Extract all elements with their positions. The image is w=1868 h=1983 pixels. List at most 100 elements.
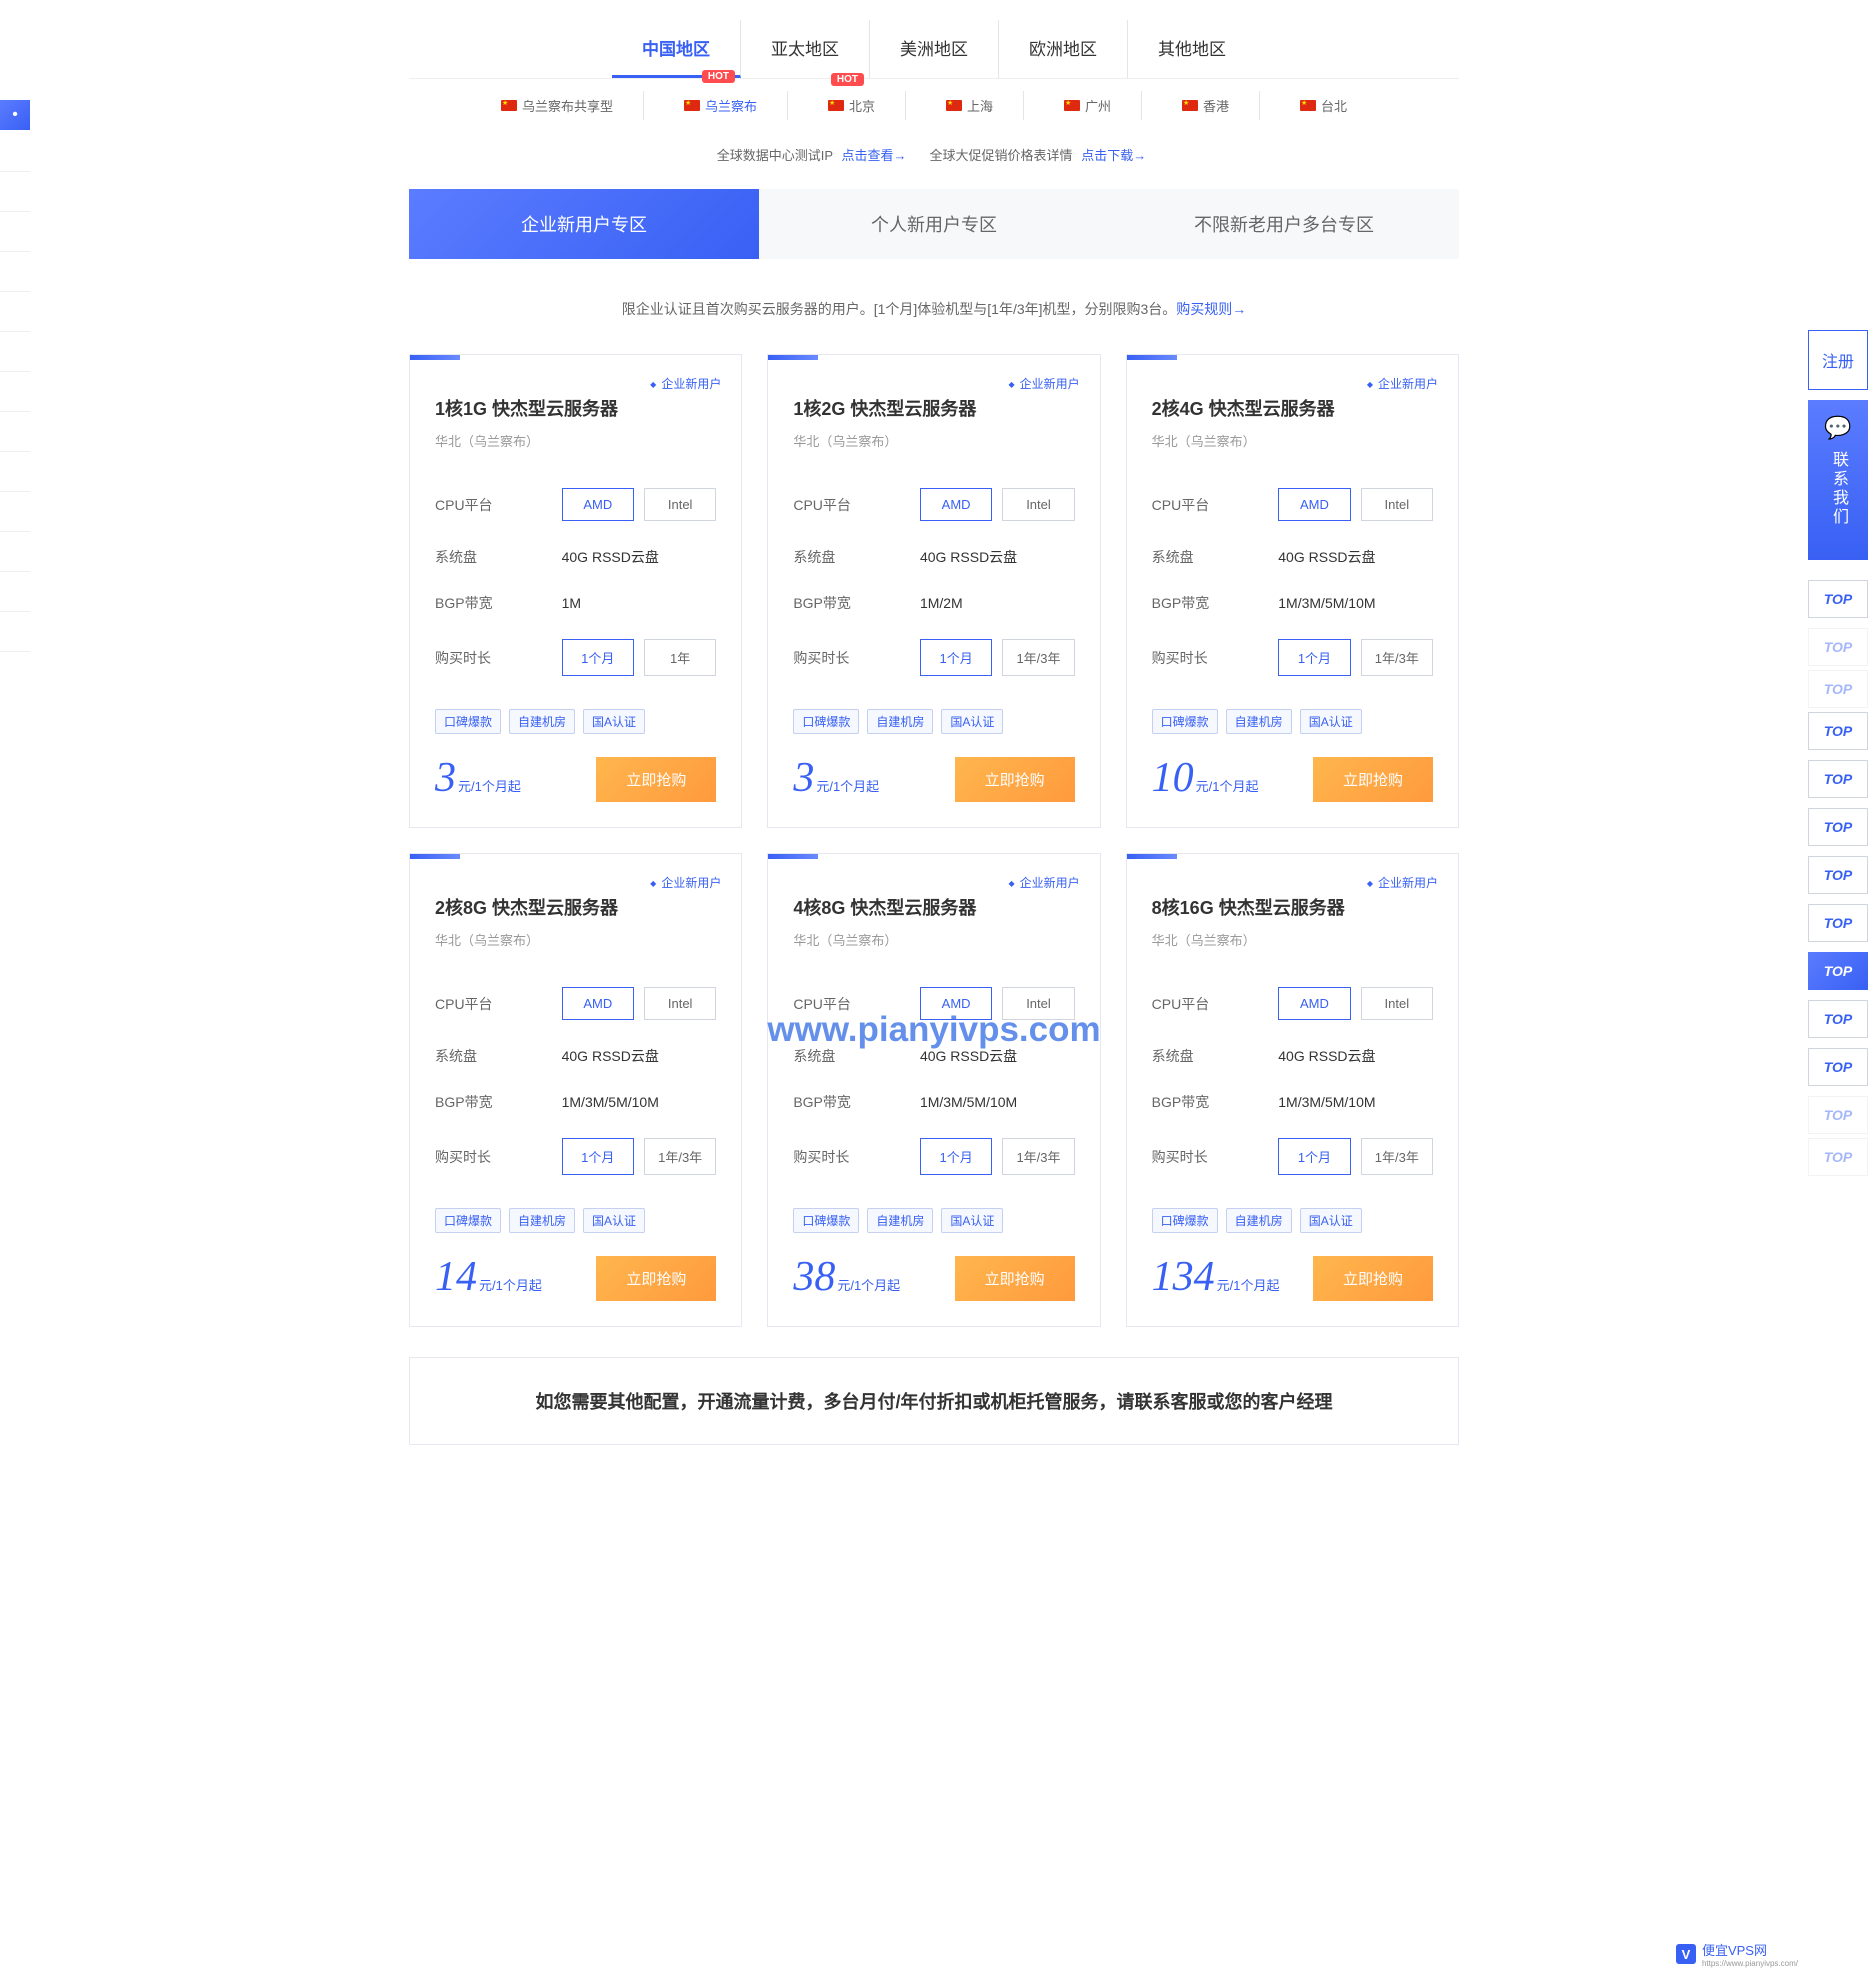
- cpu-option-amd[interactable]: AMD: [562, 987, 634, 1020]
- location-wulanchabu[interactable]: 乌兰察布: [674, 91, 788, 120]
- product-region: 华北（乌兰察布）: [435, 431, 716, 450]
- spec-label-bandwidth: BGP带宽: [793, 1092, 851, 1112]
- price: 134元/1个月起: [1152, 1253, 1280, 1301]
- sidebar-item[interactable]: [0, 172, 30, 212]
- region-tab-america[interactable]: 美洲地区: [870, 20, 999, 78]
- corner-ribbon: [1127, 355, 1177, 360]
- top-button[interactable]: TOP: [1808, 760, 1868, 798]
- spec-label-disk: 系统盘: [793, 1046, 835, 1066]
- buy-button[interactable]: 立即抢购: [1313, 1256, 1433, 1301]
- cpu-option-intel[interactable]: Intel: [644, 987, 716, 1020]
- duration-option-2[interactable]: 1年/3年: [1361, 639, 1433, 676]
- sidebar-item[interactable]: [0, 332, 30, 372]
- top-button[interactable]: TOP: [1808, 1096, 1868, 1134]
- feature-tag: 自建机房: [867, 709, 933, 734]
- duration-option-2[interactable]: 1年: [644, 639, 716, 676]
- top-button[interactable]: TOP: [1808, 1048, 1868, 1086]
- location-guangzhou[interactable]: 广州: [1054, 91, 1142, 120]
- corner-tag: 企业新用户: [1367, 375, 1438, 392]
- top-button-active[interactable]: TOP: [1808, 952, 1868, 990]
- sidebar-item[interactable]: [0, 412, 30, 452]
- cpu-option-amd[interactable]: AMD: [1278, 987, 1350, 1020]
- top-button[interactable]: TOP: [1808, 904, 1868, 942]
- sidebar-item[interactable]: [0, 372, 30, 412]
- sidebar-item[interactable]: [0, 572, 30, 612]
- top-button[interactable]: TOP: [1808, 628, 1868, 666]
- cpu-option-intel[interactable]: Intel: [1002, 987, 1074, 1020]
- sidebar-item[interactable]: [0, 612, 30, 652]
- zone-tab-enterprise[interactable]: 企业新用户专区: [409, 189, 759, 259]
- cpu-option-amd[interactable]: AMD: [1278, 488, 1350, 521]
- region-tab-apac[interactable]: 亚太地区HOT: [741, 20, 870, 78]
- flag-icon: [946, 100, 962, 111]
- sidebar-item[interactable]: [0, 132, 30, 172]
- top-button[interactable]: TOP: [1808, 670, 1868, 708]
- spec-label-duration: 购买时长: [793, 1147, 849, 1167]
- price: 3元/1个月起: [793, 754, 879, 802]
- duration-option-1[interactable]: 1个月: [562, 1138, 634, 1175]
- purchase-rules-link[interactable]: 购买规则→: [1176, 301, 1246, 317]
- price-download-link[interactable]: 点击下载→: [1081, 148, 1146, 163]
- duration-option-2[interactable]: 1年/3年: [1002, 1138, 1074, 1175]
- sidebar-indicator[interactable]: [0, 100, 30, 130]
- buy-button[interactable]: 立即抢购: [596, 757, 716, 802]
- spec-label-disk: 系统盘: [1152, 547, 1194, 567]
- duration-option-1[interactable]: 1个月: [920, 1138, 992, 1175]
- sidebar-item[interactable]: [0, 492, 30, 532]
- sidebar-item[interactable]: [0, 252, 30, 292]
- logo-icon: V: [1676, 1944, 1696, 1964]
- region-tab-china[interactable]: 中国地区HOT: [612, 20, 741, 78]
- duration-option-2[interactable]: 1年/3年: [1361, 1138, 1433, 1175]
- spec-value-bandwidth: 1M/3M/5M/10M: [1278, 1094, 1433, 1110]
- buy-button[interactable]: 立即抢购: [1313, 757, 1433, 802]
- corner-tag: 企业新用户: [1008, 375, 1079, 392]
- register-button[interactable]: 注册: [1808, 330, 1868, 390]
- region-tab-other[interactable]: 其他地区: [1128, 20, 1256, 78]
- zone-tab-personal[interactable]: 个人新用户专区: [759, 189, 1109, 259]
- spec-value-bandwidth: 1M: [562, 595, 717, 611]
- info-links: 全球数据中心测试IP 点击查看→ 全球大促促销价格表详情 点击下载→: [409, 145, 1459, 164]
- corner-ribbon: [768, 355, 818, 360]
- top-button[interactable]: TOP: [1808, 808, 1868, 846]
- buy-button[interactable]: 立即抢购: [596, 1256, 716, 1301]
- duration-option-1[interactable]: 1个月: [920, 639, 992, 676]
- spec-value-bandwidth: 1M/3M/5M/10M: [562, 1094, 717, 1110]
- cpu-option-amd[interactable]: AMD: [920, 488, 992, 521]
- duration-option-2[interactable]: 1年/3年: [644, 1138, 716, 1175]
- cpu-option-intel[interactable]: Intel: [1361, 488, 1433, 521]
- sidebar-item[interactable]: [0, 532, 30, 572]
- spec-value-disk: 40G RSSD云盘: [920, 1046, 1075, 1066]
- buy-button[interactable]: 立即抢购: [955, 1256, 1075, 1301]
- cpu-option-intel[interactable]: Intel: [1002, 488, 1074, 521]
- top-button[interactable]: TOP: [1808, 1138, 1868, 1176]
- top-button[interactable]: TOP: [1808, 712, 1868, 750]
- duration-option-2[interactable]: 1年/3年: [1002, 639, 1074, 676]
- sidebar-item[interactable]: [0, 292, 30, 332]
- zone-tab-multi[interactable]: 不限新老用户多台专区: [1109, 189, 1459, 259]
- contact-us-button[interactable]: 💬 联系我们: [1808, 400, 1868, 560]
- duration-option-1[interactable]: 1个月: [1278, 1138, 1350, 1175]
- location-beijing[interactable]: 北京: [818, 91, 906, 120]
- sidebar-item[interactable]: [0, 452, 30, 492]
- location-taipei[interactable]: 台北: [1290, 91, 1377, 120]
- cpu-option-intel[interactable]: Intel: [1361, 987, 1433, 1020]
- top-button[interactable]: TOP: [1808, 856, 1868, 894]
- spec-label-duration: 购买时长: [435, 1147, 491, 1167]
- region-tab-europe[interactable]: 欧洲地区: [999, 20, 1128, 78]
- location-hongkong[interactable]: 香港: [1172, 91, 1260, 120]
- test-ip-link[interactable]: 点击查看→: [841, 148, 906, 163]
- sidebar-item[interactable]: [0, 212, 30, 252]
- buy-button[interactable]: 立即抢购: [955, 757, 1075, 802]
- duration-option-1[interactable]: 1个月: [562, 639, 634, 676]
- location-shanghai[interactable]: 上海: [936, 91, 1024, 120]
- cpu-option-amd[interactable]: AMD: [562, 488, 634, 521]
- feature-tag: 自建机房: [509, 709, 575, 734]
- location-wulanchabu-shared[interactable]: 乌兰察布共享型: [491, 91, 644, 120]
- cpu-option-intel[interactable]: Intel: [644, 488, 716, 521]
- top-button[interactable]: TOP: [1808, 1000, 1868, 1038]
- top-button[interactable]: TOP: [1808, 580, 1868, 618]
- price: 10元/1个月起: [1152, 754, 1259, 802]
- duration-option-1[interactable]: 1个月: [1278, 639, 1350, 676]
- feature-tag: 国A认证: [583, 709, 645, 734]
- cpu-option-amd[interactable]: AMD: [920, 987, 992, 1020]
